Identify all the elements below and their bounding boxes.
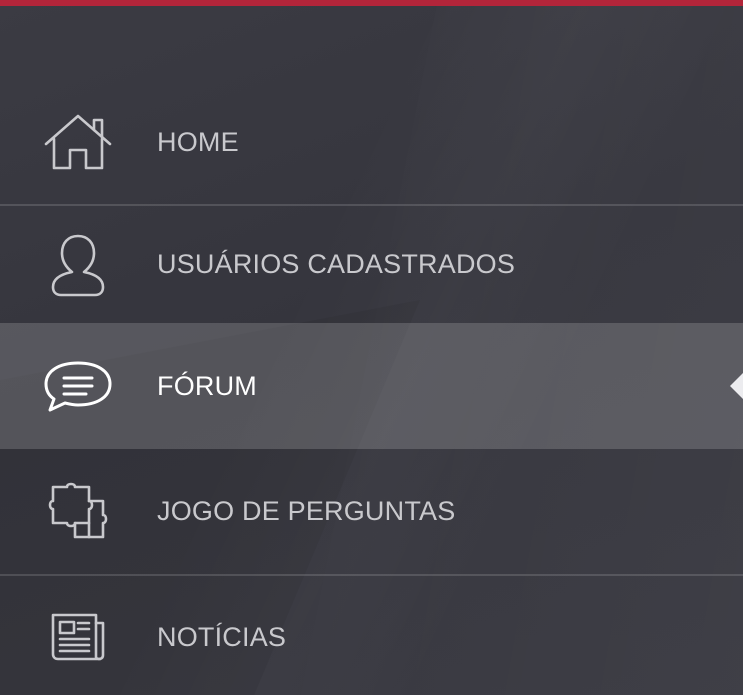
newspaper-icon <box>40 605 116 669</box>
side-menu: HOME USUÁRIOS CADASTRADOS FÓRUM JOGO DE … <box>0 80 743 695</box>
menu-item-label: NOTÍCIAS <box>157 621 287 652</box>
chat-bubble-icon <box>40 354 116 418</box>
menu-item-label: HOME <box>157 126 239 157</box>
menu-item-news[interactable]: NOTÍCIAS <box>0 576 743 695</box>
menu-item-label: USUÁRIOS CADASTRADOS <box>157 249 516 279</box>
menu-item-forum[interactable]: FÓRUM <box>0 323 743 449</box>
user-icon <box>40 233 116 297</box>
active-indicator <box>730 373 743 399</box>
menu-item-registered-users[interactable]: USUÁRIOS CADASTRADOS <box>0 206 743 323</box>
home-icon <box>40 110 116 174</box>
app-screen: HOME USUÁRIOS CADASTRADOS FÓRUM JOGO DE … <box>0 0 743 695</box>
top-accent-bar <box>0 0 743 6</box>
menu-item-label: JOGO DE PERGUNTAS <box>157 496 456 526</box>
menu-item-label: FÓRUM <box>157 370 257 401</box>
menu-item-home[interactable]: HOME <box>0 80 743 206</box>
menu-item-quiz-game[interactable]: JOGO DE PERGUNTAS <box>0 449 743 576</box>
puzzle-icon <box>40 480 116 544</box>
